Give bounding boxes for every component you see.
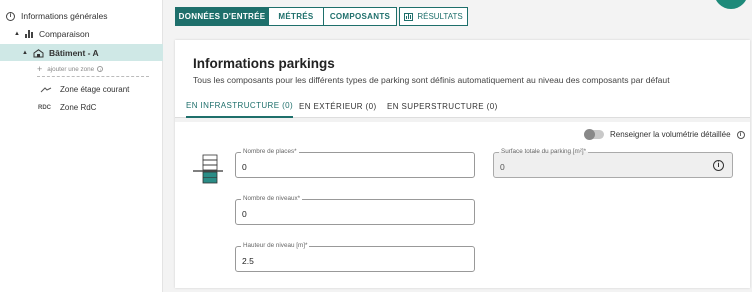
top-tabs: DONNÉES D'ENTRÉE MÉTRÉS COMPOSANTS [175,7,397,26]
caret-up-icon[interactable]: ▲ [22,50,28,56]
places-label: Nombre de places* [241,148,299,155]
tree-item-label: Informations générales [21,11,108,21]
info-icon: i [97,66,104,72]
volumetry-toggle-row: Renseigner la volumétrie détaillée i [584,129,745,140]
hauteur-value: 2.5 [242,256,254,266]
places-field[interactable]: Nombre de places* 0 [235,148,475,178]
page-title: Informations parkings [193,56,335,71]
niveaux-field[interactable]: Nombre de niveaux* 0 [235,195,475,225]
caret-up-icon[interactable]: ▲ [14,31,20,37]
surface-label: Surface totale du parking [m²]* [499,148,589,155]
subtab-infrastructure[interactable]: EN INFRASTRUCTURE (0) [186,94,294,118]
rdc-icon: RDC [38,104,51,111]
subtab-superstructure[interactable]: EN SUPERSTRUCTURE (0) [387,94,498,118]
fab-button[interactable] [714,0,748,9]
tab-donnees[interactable]: DONNÉES D'ENTRÉE [175,7,269,26]
tree-item-building[interactable]: ▲ Bâtiment - A [22,48,99,58]
niveaux-value: 0 [242,209,247,219]
tab-resultats-label: RÉSULTATS [417,12,463,21]
bar-chart-icon [24,30,34,38]
subtab-exterieur[interactable]: EN EXTÉRIEUR (0) [299,94,377,118]
toggle-label: Renseigner la volumétrie détaillée [610,130,731,139]
surface-field: Surface totale du parking [m²]* 0 i [493,148,733,178]
zone-label: Zone étage courant [60,85,130,94]
plus-icon: + [37,64,43,74]
info-icon: i [6,11,15,21]
hauteur-label: Hauteur de niveau [m]* [241,242,310,249]
bar-chart-icon [404,12,414,21]
niveaux-label: Nombre de niveaux* [241,195,303,202]
tree-item-comparison[interactable]: ▲ Comparaison [14,29,90,39]
parking-card: Informations parkings Tous les composant… [175,40,750,288]
tree-item-zone[interactable]: Zone étage courant [38,85,129,94]
tree-item-label: Comparaison [38,29,90,39]
divider [175,118,750,122]
surface-value: 0 [500,162,505,172]
sidebar: i Informations générales ▲ Comparaison ▲… [0,0,163,292]
tab-composants[interactable]: COMPOSANTS [323,7,397,26]
tree-item-label: Bâtiment - A [48,48,99,58]
tab-metres[interactable]: MÉTRÉS [268,7,324,26]
hauteur-field[interactable]: Hauteur de niveau [m]* 2.5 [235,242,475,272]
add-zone-button[interactable]: + ajouter une zone i [37,64,149,77]
volumetry-toggle[interactable] [584,129,604,140]
places-value: 0 [242,162,247,172]
tree-item-zone[interactable]: RDC Zone RdC [38,103,96,112]
building-icon [33,48,44,57]
tree-item-general-info[interactable]: i Informations générales [6,11,107,21]
info-icon[interactable]: i [736,130,745,139]
parking-infrastructure-icon [193,154,223,184]
zone-wave-icon [40,86,52,92]
zone-label: Zone RdC [60,103,97,112]
add-zone-label: ajouter une zone [47,65,95,73]
info-icon[interactable]: i [713,160,724,171]
page-subtitle: Tous les composants pour les différents … [193,75,670,85]
tab-resultats[interactable]: RÉSULTATS [399,7,468,26]
parking-subtabs: EN INFRASTRUCTURE (0) EN EXTÉRIEUR (0) E… [175,94,750,118]
